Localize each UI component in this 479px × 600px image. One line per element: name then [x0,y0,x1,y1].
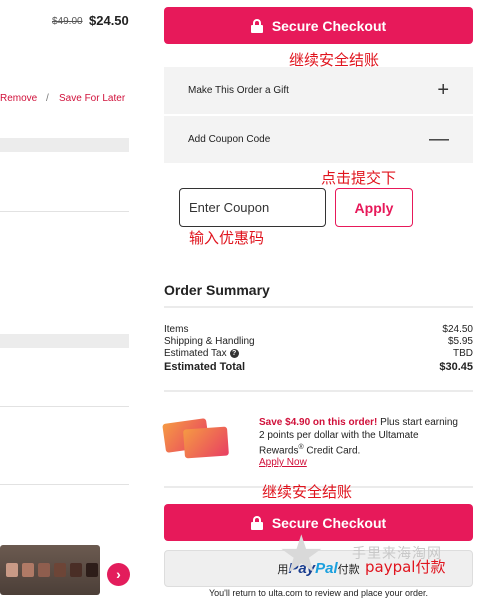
gift-option-row[interactable]: Make This Order a Gift + [164,67,473,114]
total-value: $30.45 [439,361,473,373]
help-icon[interactable]: ? [229,348,239,358]
promo-highlight: Save $4.90 on this order! [259,417,378,428]
save-for-later-link[interactable]: Save For Later [59,93,125,104]
checkout-annotation-bottom: 继续安全结账 [262,483,353,501]
product-thumbnail[interactable] [0,545,100,595]
tax-label: Estimated Tax [164,348,227,359]
divider [0,484,129,485]
return-note: You'll return to ulta.com to review and … [208,588,428,598]
summary-shipping-row: Shipping & Handling $5.95 [164,336,473,347]
items-label: Items [164,324,189,335]
credit-card-promo: Save $4.90 on this order! Plus start ear… [259,417,464,458]
gift-option-label: Make This Order a Gift [188,85,289,96]
summary-tax-row: Estimated Tax? TBD [164,348,473,359]
shipping-value: $5.95 [447,336,473,347]
lock-icon [250,18,263,33]
apply-button[interactable]: Apply [335,188,413,227]
original-price: $49.00 [52,16,83,27]
apply-now-link[interactable]: Apply Now [259,457,307,468]
items-value: $24.50 [442,324,473,335]
coupon-option-label: Add Coupon Code [188,134,271,145]
coupon-option-row[interactable]: Add Coupon Code — [164,116,473,163]
total-label: Estimated Total [164,361,246,373]
remove-link[interactable]: Remove [0,93,37,104]
sale-price: $24.50 [89,13,129,28]
checkout-button-label: Secure Checkout [271,17,387,34]
watermark-star-icon: ★ [278,526,325,584]
order-summary-title: Order Summary [164,282,270,298]
divider [164,306,473,308]
link-separator: / [46,93,49,104]
plus-icon[interactable]: + [437,79,449,102]
credit-card-image [183,426,229,459]
divider [164,390,473,392]
coupon-input[interactable]: Enter Coupon [179,188,326,227]
divider [0,406,129,407]
lock-icon [250,515,263,530]
secure-checkout-button[interactable]: Secure Checkout [164,7,473,44]
paypal-annotation: paypal付款 [365,558,446,576]
coupon-annotation: 输入优惠码 [189,229,265,247]
apply-annotation: 点击提交下 [321,169,397,187]
placeholder-band [0,334,129,348]
summary-total-row: Estimated Total $30.45 [164,361,473,373]
promo-text-end: Credit Card. [303,445,361,457]
minus-icon[interactable]: — [429,128,449,151]
shipping-label: Shipping & Handling [164,336,255,347]
tax-value: TBD [453,348,473,359]
summary-items-row: Items $24.50 [164,324,473,335]
placeholder-band [0,138,129,152]
divider [0,211,129,212]
chevron-right-icon[interactable]: › [107,563,130,586]
